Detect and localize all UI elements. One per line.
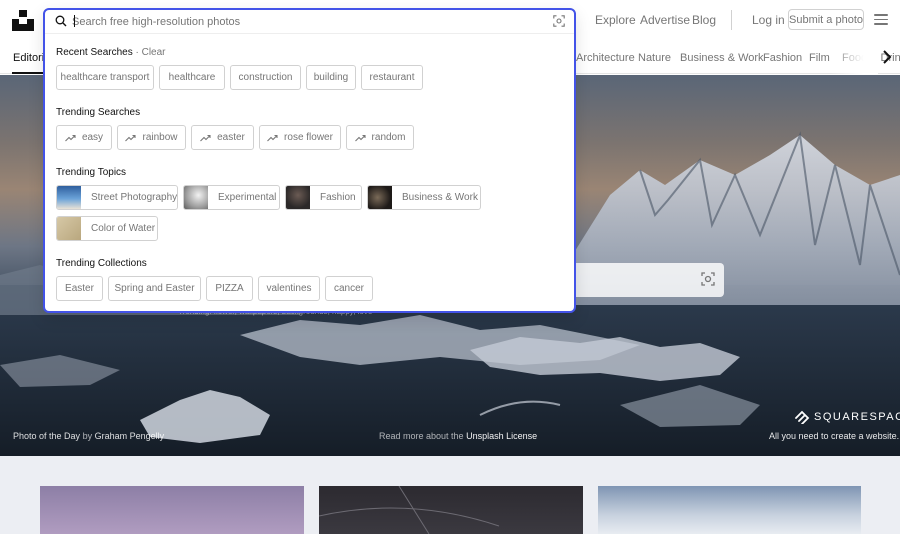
trending-collection-chip[interactable]: valentines: [258, 276, 320, 301]
unsplash-logo-icon[interactable]: [12, 9, 34, 31]
topic-active-indicator: [12, 72, 44, 74]
submit-photo-button[interactable]: Submit a photo: [788, 9, 864, 30]
trending-icon: [354, 134, 366, 141]
trending-icon: [267, 134, 278, 141]
recent-search-chip[interactable]: healthcare: [159, 65, 225, 90]
trending-topic-chip[interactable]: Experimental: [183, 185, 280, 210]
visual-search-icon[interactable]: [701, 272, 715, 286]
trending-searches-title: Trending Searches: [56, 107, 141, 118]
nav-divider: [731, 10, 732, 30]
trending-icon: [200, 134, 211, 141]
trending-search-label: easy: [81, 132, 104, 143]
photographer-link[interactable]: Graham Pengelly: [95, 431, 165, 441]
recent-searches-label: Recent Searches: [56, 47, 133, 58]
trending-search-chip[interactable]: random: [346, 125, 414, 150]
recent-search-chip[interactable]: healthcare transport: [56, 65, 154, 90]
trending-icon: [65, 134, 76, 141]
trending-collection-chip[interactable]: Spring and Easter: [108, 276, 201, 301]
visual-search-icon[interactable]: [553, 15, 565, 27]
trending-topic-chip[interactable]: Fashion: [285, 185, 362, 210]
trending-search-chip[interactable]: rose flower: [259, 125, 341, 150]
topic-thumbnail: [57, 217, 81, 240]
trending-topics-title: Trending Topics: [56, 167, 127, 178]
trending-topic-chip[interactable]: Street Photography: [56, 185, 178, 210]
chevron-right-icon[interactable]: [880, 48, 894, 66]
trending-topic-label: Color of Water: [91, 223, 156, 234]
topic-thumbnail: [286, 186, 310, 209]
license-prefix: Read more about the: [379, 431, 464, 441]
search-input[interactable]: [72, 13, 542, 31]
topic-thumbnail: [57, 186, 81, 209]
clear-recent-button[interactable]: Clear: [142, 47, 166, 58]
topic-nature[interactable]: Nature: [638, 52, 671, 64]
trending-collection-chip[interactable]: PIZZA: [206, 276, 253, 301]
trending-topic-label: Fashion: [320, 192, 356, 203]
hero-search-bar[interactable]: [560, 263, 724, 297]
search-dropdown: Recent Searches · Clear healthcare trans…: [43, 8, 576, 313]
sponsor-name: SQUARESPACE: [814, 411, 900, 423]
photo-feed: [0, 456, 900, 534]
topic-business-work[interactable]: Business & Work: [680, 52, 764, 64]
credit-by-text: by: [82, 431, 93, 441]
license-link[interactable]: Unsplash License: [466, 431, 537, 441]
nav-advertise[interactable]: Advertise: [640, 13, 690, 27]
license-text: Read more about the Unsplash License: [379, 431, 537, 441]
squarespace-logo[interactable]: SQUARESPACE: [794, 410, 900, 424]
feed-photo-2[interactable]: [318, 485, 583, 534]
topic-film[interactable]: Film: [809, 52, 830, 64]
topic-fashion[interactable]: Fashion: [763, 52, 802, 64]
login-link[interactable]: Log in: [752, 13, 785, 27]
nav-explore[interactable]: Explore: [595, 13, 636, 27]
recent-searches-title: Recent Searches · Clear: [56, 47, 166, 58]
photo-credit: Photo of the Day by Graham Pengelly: [13, 431, 164, 441]
recent-search-chip[interactable]: construction: [230, 65, 301, 90]
trending-collection-chip[interactable]: Easter: [56, 276, 103, 301]
trending-collections-title: Trending Collections: [56, 258, 147, 269]
nav-blog[interactable]: Blog: [692, 13, 716, 27]
topic-architecture[interactable]: Architecture: [576, 52, 635, 64]
trending-icon: [125, 134, 137, 141]
feed-photo-1[interactable]: [40, 486, 304, 534]
trending-search-label: rose flower: [284, 132, 333, 143]
trending-topic-chip[interactable]: Color of Water: [56, 216, 158, 241]
squarespace-icon: [795, 410, 810, 424]
trending-topic-label: Experimental: [218, 192, 277, 203]
recent-search-chip[interactable]: building: [306, 65, 356, 90]
trending-search-label: random: [371, 132, 406, 143]
text-caret: [74, 15, 75, 27]
trending-topic-chip[interactable]: Business & Work: [367, 185, 481, 210]
recent-search-chip[interactable]: restaurant: [361, 65, 423, 90]
topic-scroll-fade: [830, 40, 878, 74]
trending-topic-label: Business & Work: [402, 192, 478, 203]
trending-search-label: rainbow: [142, 132, 178, 143]
feed-photo-3[interactable]: [598, 486, 861, 534]
topic-thumbnail: [184, 186, 208, 209]
hamburger-menu-icon[interactable]: [874, 14, 888, 26]
trending-topic-label: Street Photography: [91, 192, 178, 203]
trending-search-label: easter: [217, 132, 245, 143]
topic-thumbnail: [368, 186, 392, 209]
trending-search-chip[interactable]: easter: [191, 125, 254, 150]
search-icon[interactable]: [55, 15, 67, 27]
sponsor-tagline[interactable]: All you need to create a website.: [769, 431, 899, 441]
photo-of-day-link[interactable]: Photo of the Day: [13, 431, 80, 441]
trending-search-chip[interactable]: rainbow: [117, 125, 186, 150]
search-bar: [45, 10, 574, 34]
trending-collection-chip[interactable]: cancer: [325, 276, 373, 301]
trending-search-chip[interactable]: easy: [56, 125, 112, 150]
wires-image: [318, 485, 500, 534]
